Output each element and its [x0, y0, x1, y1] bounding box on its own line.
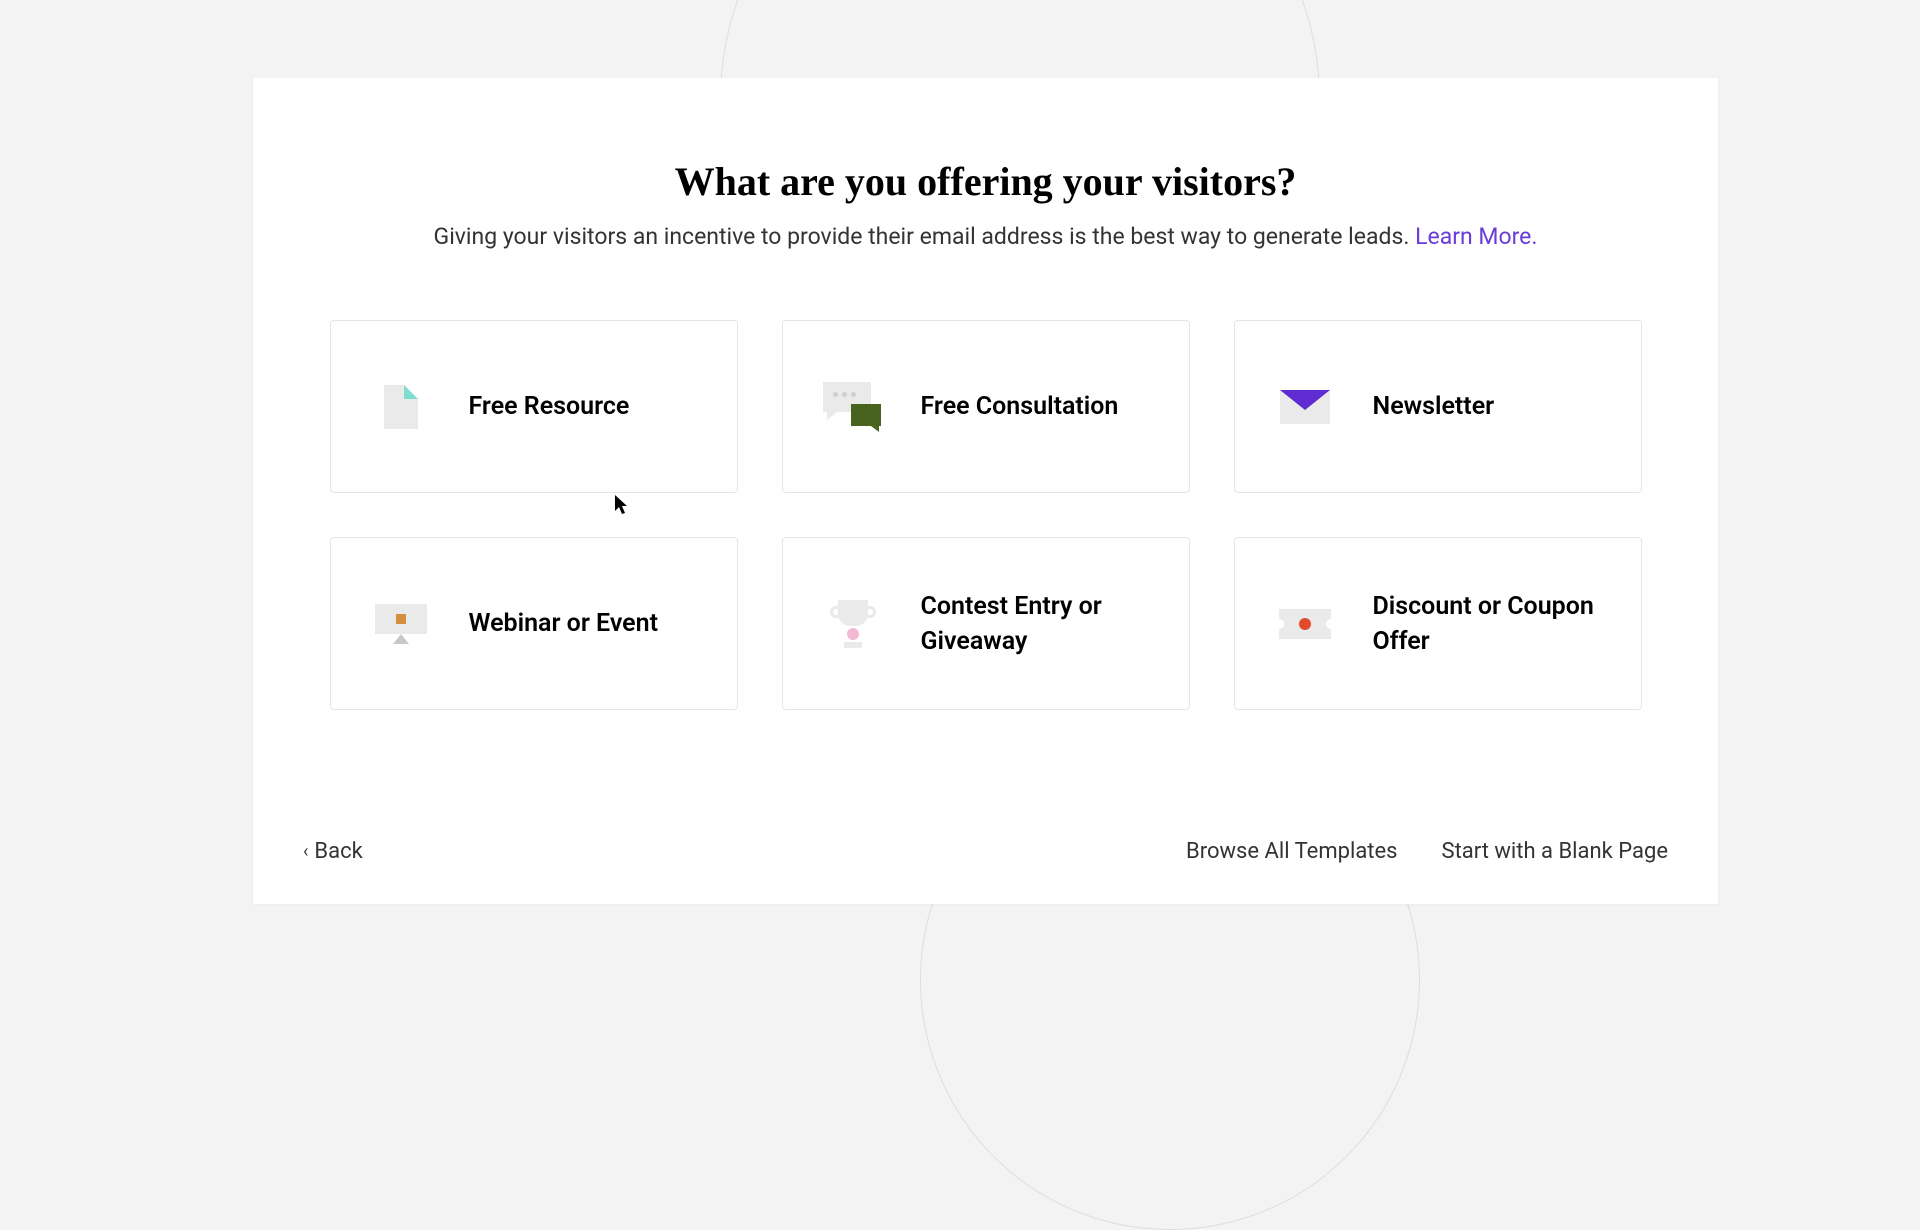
onboarding-modal: What are you offering your visitors? Giv… [253, 78, 1718, 904]
footer-actions: Browse All Templates Start with a Blank … [1186, 839, 1668, 864]
document-icon [371, 377, 431, 437]
page-subtitle: Giving your visitors an incentive to pro… [434, 223, 1538, 250]
page-title: What are you offering your visitors? [675, 158, 1297, 205]
presentation-icon [371, 594, 431, 654]
options-grid: Free Resource Free Consultation [330, 320, 1642, 710]
option-free-consultation[interactable]: Free Consultation [782, 320, 1190, 493]
option-label: Contest Entry or Giveaway [921, 589, 1149, 659]
browse-all-templates-link[interactable]: Browse All Templates [1186, 839, 1398, 864]
option-webinar-event[interactable]: Webinar or Event [330, 537, 738, 710]
ticket-icon [1275, 594, 1335, 654]
option-discount-coupon[interactable]: Discount or Coupon Offer [1234, 537, 1642, 710]
trophy-icon [823, 594, 883, 654]
option-label: Free Resource [469, 389, 630, 424]
option-newsletter[interactable]: Newsletter [1234, 320, 1642, 493]
option-label: Discount or Coupon Offer [1373, 589, 1601, 659]
chat-icon [823, 377, 883, 437]
start-blank-page-link[interactable]: Start with a Blank Page [1442, 839, 1668, 864]
modal-content: What are you offering your visitors? Giv… [253, 78, 1718, 809]
subheading-text: Giving your visitors an incentive to pro… [434, 223, 1416, 250]
envelope-icon [1275, 377, 1335, 437]
option-free-resource[interactable]: Free Resource [330, 320, 738, 493]
learn-more-link[interactable]: Learn More. [1415, 223, 1537, 250]
option-label: Webinar or Event [469, 606, 659, 641]
option-contest-giveaway[interactable]: Contest Entry or Giveaway [782, 537, 1190, 710]
chevron-left-icon: ‹ [303, 841, 308, 862]
modal-footer: ‹ Back Browse All Templates Start with a… [253, 809, 1718, 904]
option-label: Newsletter [1373, 389, 1495, 424]
back-label: Back [314, 839, 362, 864]
option-label: Free Consultation [921, 389, 1119, 424]
back-button[interactable]: ‹ Back [303, 839, 363, 864]
